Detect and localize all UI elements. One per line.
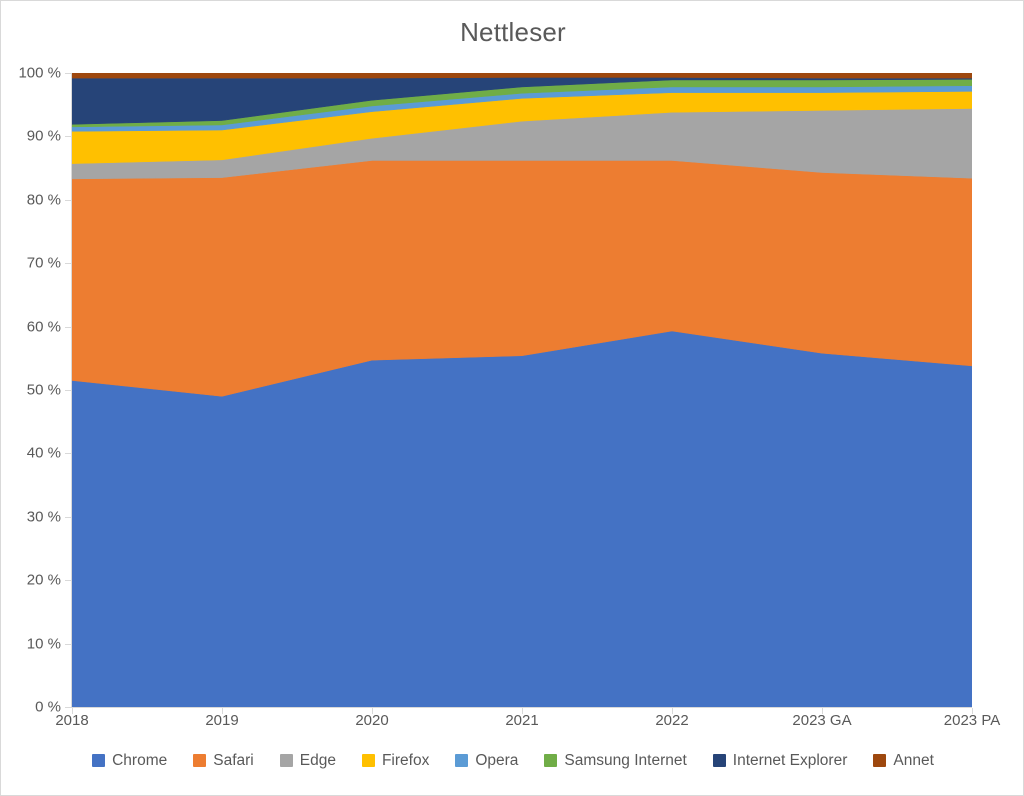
x-axis-tick-label: 2022 [655,712,689,729]
y-axis-tick-mark [65,517,71,518]
legend-item-internet-explorer[interactable]: Internet Explorer [712,752,848,769]
legend-item-chrome[interactable]: Chrome [92,753,167,769]
legend-item-samsung-internet[interactable]: Samsung Internet [544,752,687,769]
legend-item-annet[interactable]: Annet [873,753,934,769]
y-axis-tick-mark [65,136,71,137]
x-axis-tick-mark [522,708,523,714]
x-axis-tick-label: 2023 GA [792,712,852,729]
stacked-area-plot [72,73,972,707]
x-axis-tick-label: 2021 [505,712,539,729]
y-axis-tick-label: 80 % [26,191,61,209]
y-axis-tick-label: 20 % [26,571,61,589]
x-axis-tick-mark [972,708,973,714]
y-axis-tick-mark [65,200,71,201]
y-axis-tick-mark [65,453,71,454]
x-axis-tick-mark [72,708,73,714]
y-axis-tick-mark [65,707,71,708]
legend-item-label: Firefox [381,752,430,769]
legend-item-label: Opera [475,752,519,769]
x-axis-tick-label: 2020 [355,712,389,729]
legend-item-label: Samsung Internet [564,752,687,769]
x-axis-tick-mark [222,708,223,714]
legend-swatch-icon [455,754,469,768]
legend-swatch-icon [193,754,207,768]
y-axis-tick-mark [65,644,71,645]
legend-item-label: Annet [893,752,934,769]
x-axis-tick-mark [822,708,823,714]
y-axis-tick-mark [65,73,71,74]
x-axis-tick-label: 2019 [205,712,239,729]
y-axis-tick-label: 60 % [26,318,61,336]
legend-item-label: Chrome [112,752,168,769]
x-axis-tick-label: 2023 PA [943,712,1001,729]
legend-item-edge[interactable]: Edge [279,752,336,769]
legend-swatch-icon [279,754,293,768]
legend-item-firefox[interactable]: Firefox [361,752,430,769]
y-axis-tick-mark [65,580,71,581]
x-axis-tick-label: 2018 [55,712,89,729]
y-axis-tick-mark [65,390,71,391]
legend-swatch-icon [361,754,375,768]
x-axis-tick-mark [372,708,373,714]
y-axis-tick-mark [65,327,71,328]
legend-item-opera[interactable]: Opera [455,753,518,769]
chart-container: Nettleser 0 % 10 % 20 % 30 % 40 % 50 % 60 % 70 … [0,0,1024,796]
legend-swatch-icon [873,754,887,768]
chart-legend: Chrome Safari Edge Firefox Opera Samsung Inte… [1,752,1023,769]
y-axis-tick-mark [65,263,71,264]
y-axis-tick-label: 70 % [26,254,61,272]
area-series-annet [72,73,972,79]
chart-title: Nettleser [460,17,566,47]
legend-item-label: Edge [299,752,336,769]
y-axis-tick-label: 100 % [18,64,61,82]
legend-item-label: Safari [213,752,254,769]
legend-item-safari[interactable]: Safari [193,753,254,769]
plot-area [72,73,972,707]
x-axis-tick-mark [672,708,673,714]
legend-swatch-icon [92,754,106,768]
y-axis-tick-label: 40 % [26,444,61,462]
y-axis-tick-label: 50 % [26,381,61,399]
legend-swatch-icon [712,754,726,768]
y-axis-tick-label: 30 % [26,508,61,526]
y-axis-tick-label: 10 % [26,635,61,653]
legend-item-label: Internet Explorer [732,752,848,769]
legend-swatch-icon [544,754,558,768]
y-axis-tick-label: 90 % [26,127,61,145]
